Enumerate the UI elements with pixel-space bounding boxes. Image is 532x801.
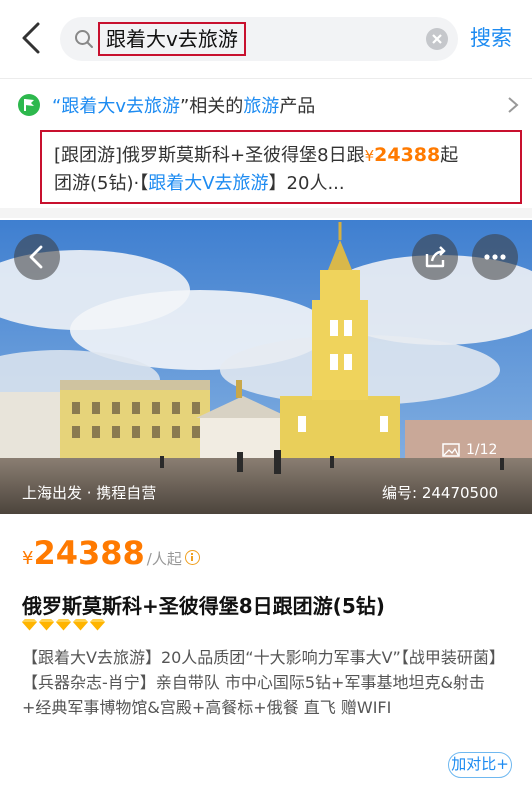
info-icon[interactable] (184, 550, 200, 565)
related-category: 旅游 (243, 96, 280, 117)
top-bar: 跟着大v去旅游 搜索 (0, 0, 532, 78)
related-products-row[interactable]: “跟着大v去旅游”相关的旅游产品 (0, 80, 532, 128)
hero-image[interactable]: 1/12 上海出发 · 携程自营 编号: 24470500 (0, 220, 532, 514)
search-icon (74, 29, 94, 49)
section-gap (0, 208, 532, 218)
price-row: ¥ 24388 /人起 (22, 534, 200, 574)
departure-info: 上海出发 · 携程自营 (22, 484, 157, 502)
image-counter[interactable]: 1/12 (442, 442, 497, 458)
diamond-icon (22, 619, 37, 631)
back-icon[interactable] (16, 20, 46, 56)
gallery-icon (442, 443, 460, 457)
add-compare-button[interactable]: 加对比+ (448, 752, 512, 778)
product-suggestion-link[interactable]: [跟团游]俄罗斯莫斯科+圣彼得堡8日跟¥24388起 团游(5钻)·【跟着大V去… (40, 130, 522, 204)
product-id: 编号: 24470500 (382, 484, 499, 502)
chevron-right-icon (506, 96, 520, 114)
share-button[interactable] (412, 234, 458, 280)
price-amount: 24388 (33, 534, 145, 572)
back-button[interactable] (14, 234, 60, 280)
product-title: 俄罗斯莫斯科+圣彼得堡8日跟团游(5钻) (22, 594, 385, 618)
related-keyword: 跟着大v去旅游 (61, 96, 180, 117)
clear-icon[interactable] (426, 28, 448, 50)
diamond-icon (73, 619, 88, 631)
related-text: “跟着大v去旅游”相关的旅游产品 (52, 96, 316, 117)
search-button[interactable]: 搜索 (470, 22, 512, 52)
suggestion-price: 24388 (374, 144, 441, 166)
search-query[interactable]: 跟着大v去旅游 (98, 22, 246, 56)
currency-symbol: ¥ (22, 548, 34, 569)
flag-icon (18, 94, 40, 116)
chevron-left-icon (29, 245, 43, 269)
diamond-rating (22, 618, 105, 631)
more-icon (484, 254, 506, 260)
search-input[interactable]: 跟着大v去旅游 (60, 17, 458, 61)
share-icon (425, 246, 446, 268)
image-counter-text: 1/12 (466, 442, 498, 458)
more-button[interactable] (472, 234, 518, 280)
price-unit: /人起 (146, 550, 182, 568)
product-description: 【跟着大V去旅游】20人品质团“十大影响力军事大V”【战甲装研菌】【兵器杂志-肖… (22, 648, 505, 717)
diamond-icon (90, 619, 105, 631)
divider (0, 78, 532, 79)
diamond-icon (39, 619, 54, 631)
diamond-icon (56, 619, 71, 631)
